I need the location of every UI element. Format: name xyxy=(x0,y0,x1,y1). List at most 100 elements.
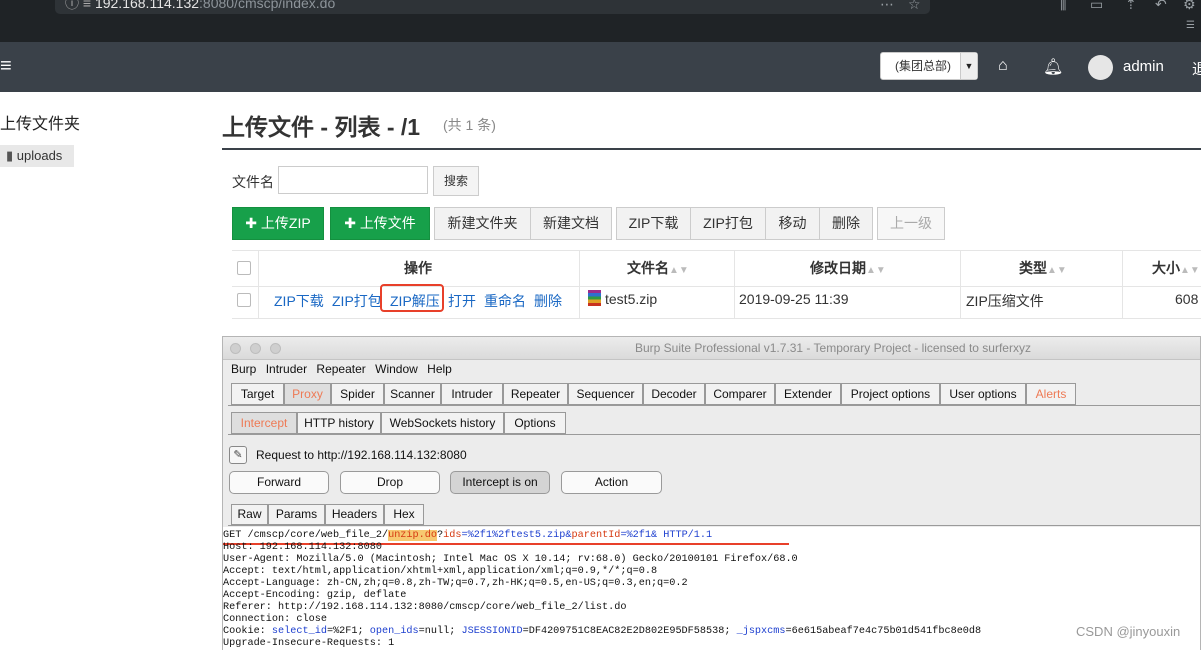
tab-proxy[interactable]: Proxy xyxy=(284,383,331,405)
col-modified[interactable]: 修改日期▲▼ xyxy=(810,258,886,278)
request-line: GET /cmscp/core/web_file_2/unzip.do?ids=… xyxy=(223,530,712,542)
cookie-value: =DF4209751C8EAC82E2D802E95DF58538; xyxy=(522,626,737,637)
col-filename[interactable]: 文件名▲▼ xyxy=(627,258,689,278)
rename-link[interactable]: 重命名 xyxy=(484,291,526,311)
tab-project-options[interactable]: Project options xyxy=(841,383,940,405)
menu-repeater[interactable]: Repeater xyxy=(316,362,365,376)
menu-intruder[interactable]: Intruder xyxy=(266,362,307,376)
delete-link[interactable]: 删除 xyxy=(534,291,562,311)
sidebar-item-uploads[interactable]: ▮ uploads xyxy=(0,145,74,167)
burp-menubar: Burp Intruder Repeater Window Help xyxy=(231,362,458,376)
col-type[interactable]: 类型▲▼ xyxy=(1019,258,1067,278)
sidebar-item-label: uploads xyxy=(16,148,63,163)
page-actions-icon[interactable]: ⋯ xyxy=(880,0,894,13)
col-size[interactable]: 大小▲▼ xyxy=(1152,258,1200,278)
tab-sequencer[interactable]: Sequencer xyxy=(568,383,643,405)
record-count: (共 1 条) xyxy=(443,117,496,133)
row-checkbox[interactable] xyxy=(237,293,251,307)
parent-folder-button[interactable]: 上一级 xyxy=(877,207,945,240)
undo-icon[interactable]: ↶ xyxy=(1155,0,1167,13)
subtab-options[interactable]: Options xyxy=(504,412,566,434)
tab-extender[interactable]: Extender xyxy=(775,383,841,405)
tab-spider[interactable]: Spider xyxy=(331,383,384,405)
window-minimize-icon[interactable] xyxy=(250,343,261,354)
column-divider xyxy=(960,251,961,319)
bell-icon[interactable]: 🔔︎ xyxy=(1043,57,1063,77)
tab-decoder[interactable]: Decoder xyxy=(643,383,705,405)
forward-button[interactable]: Forward xyxy=(229,471,329,494)
subtab-http-history[interactable]: HTTP history xyxy=(297,412,381,434)
zip-pack-link[interactable]: ZIP打包 xyxy=(332,291,382,311)
tab-alerts[interactable]: Alerts xyxy=(1026,383,1076,405)
edit-pencil-icon[interactable]: ✎ xyxy=(229,446,247,464)
settings-gear-icon[interactable]: ⚙ xyxy=(1183,0,1196,13)
column-divider xyxy=(1122,251,1123,319)
info-icon[interactable]: ⓘ ≡ xyxy=(65,0,95,11)
window-close-icon[interactable] xyxy=(230,343,241,354)
sort-icon: ▲▼ xyxy=(1180,265,1200,276)
tab-user-options[interactable]: User options xyxy=(940,383,1026,405)
view-tab-hex[interactable]: Hex xyxy=(384,504,424,525)
filename-search-input[interactable] xyxy=(278,166,428,194)
address-bar[interactable]: ⓘ ≡ 192.168.114.132:8080/cmscp/index.do xyxy=(55,0,930,14)
username[interactable]: admin xyxy=(1123,58,1164,75)
tab-target[interactable]: Target xyxy=(231,383,284,405)
menu-help[interactable]: Help xyxy=(427,362,452,376)
panel-divider xyxy=(222,148,1201,150)
overflow-icon[interactable]: ☰ xyxy=(1186,20,1195,31)
move-button[interactable]: 移动 xyxy=(765,207,820,240)
intercept-toggle-button[interactable]: Intercept is on xyxy=(450,471,550,494)
highlight-box xyxy=(380,284,444,312)
header-line: Upgrade-Insecure-Requests: 1 xyxy=(223,638,395,649)
upload-zip-button[interactable]: ✚ 上传ZIP xyxy=(232,207,324,240)
header-line: Accept-Encoding: gzip, deflate xyxy=(223,590,407,601)
file-size: 608 xyxy=(1175,291,1199,307)
menu-burp[interactable]: Burp xyxy=(231,362,256,376)
column-divider xyxy=(579,251,580,319)
library-icon[interactable]: ⫼ xyxy=(1060,0,1066,13)
home-icon[interactable]: ⌂ xyxy=(998,57,1008,75)
header-line: Accept: text/html,application/xhtml+xml,… xyxy=(223,566,658,577)
new-document-button[interactable]: 新建文档 xyxy=(530,207,612,240)
org-select[interactable]: (集团总部) ▼ xyxy=(880,52,978,80)
action-button[interactable]: Action xyxy=(561,471,662,494)
sidebar-toggle-icon[interactable]: ▭ xyxy=(1090,0,1103,13)
tab-repeater[interactable]: Repeater xyxy=(503,383,568,405)
col-modified-label: 修改日期 xyxy=(810,260,866,276)
window-zoom-icon[interactable] xyxy=(270,343,281,354)
zip-pack-button[interactable]: ZIP打包 xyxy=(690,207,766,240)
subtab-intercept[interactable]: Intercept xyxy=(231,412,297,434)
sidebar-title: 上传文件夹 xyxy=(0,116,81,133)
menu-window[interactable]: Window xyxy=(375,362,418,376)
header-line: Referer: http://192.168.114.132:8080/cms… xyxy=(223,602,627,613)
tab-intruder[interactable]: Intruder xyxy=(441,383,503,405)
search-button[interactable]: 搜索 xyxy=(433,166,479,196)
watermark: CSDN @jinyouxin xyxy=(1076,624,1181,639)
extension-icon[interactable]: ⇡ xyxy=(1125,0,1137,13)
col-type-label: 类型 xyxy=(1019,260,1047,276)
view-tab-params[interactable]: Params xyxy=(268,504,325,525)
view-tab-raw[interactable]: Raw xyxy=(231,504,268,525)
upload-file-label: 上传文件 xyxy=(359,215,416,231)
delete-button[interactable]: 删除 xyxy=(819,207,873,240)
zip-download-link[interactable]: ZIP下载 xyxy=(274,291,324,311)
tab-scanner[interactable]: Scanner xyxy=(384,383,441,405)
open-link[interactable]: 打开 xyxy=(448,291,476,311)
filename-label: 文件名 xyxy=(232,174,274,190)
modified-date: 2019-09-25 11:39 xyxy=(739,291,849,307)
sort-icon: ▲▼ xyxy=(866,265,886,276)
logout-link[interactable]: 退 xyxy=(1192,58,1201,79)
zip-download-button[interactable]: ZIP下载 xyxy=(616,207,691,240)
tab-comparer[interactable]: Comparer xyxy=(705,383,775,405)
drop-button[interactable]: Drop xyxy=(340,471,440,494)
cookie-name: select_id xyxy=(271,626,327,637)
upload-file-button[interactable]: ✚ 上传文件 xyxy=(330,207,430,240)
view-tab-headers[interactable]: Headers xyxy=(325,504,384,525)
file-name[interactable]: test5.zip xyxy=(605,291,657,307)
avatar[interactable] xyxy=(1088,55,1113,80)
new-folder-button[interactable]: 新建文件夹 xyxy=(434,207,531,240)
subtab-websockets-history[interactable]: WebSockets history xyxy=(381,412,504,434)
select-all-checkbox[interactable] xyxy=(237,261,251,275)
menu-hamburger-icon[interactable]: ≡ xyxy=(0,55,12,78)
bookmark-star-icon[interactable]: ☆ xyxy=(908,0,921,13)
